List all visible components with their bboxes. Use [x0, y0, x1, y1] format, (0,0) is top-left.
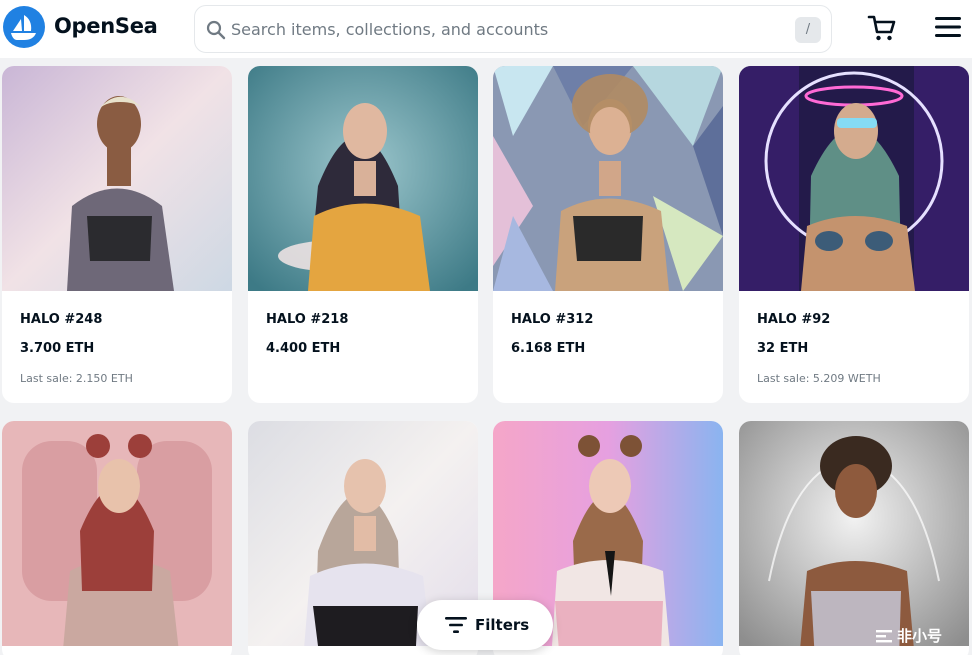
item-name: HALO #312 — [511, 312, 594, 327]
item-card[interactable] — [739, 421, 969, 655]
item-price: 32 ETH — [757, 341, 809, 356]
item-card[interactable]: HALO #248 3.700 ETH Last sale: 2.150 ETH — [2, 66, 232, 403]
item-image[interactable] — [2, 66, 232, 291]
item-name: HALO #218 — [266, 312, 349, 327]
opensea-logo-icon[interactable] — [3, 6, 45, 48]
cart-icon[interactable] — [866, 12, 898, 44]
item-image[interactable] — [739, 66, 969, 291]
item-image[interactable] — [739, 421, 969, 646]
top-nav: OpenSea / — [0, 0, 972, 58]
item-card[interactable]: HALO #312 6.168 ETH — [493, 66, 723, 403]
item-price: 6.168 ETH — [511, 341, 586, 356]
item-price: 3.700 ETH — [20, 341, 95, 356]
watermark-text: 非小号 — [897, 627, 943, 645]
menu-icon[interactable] — [934, 16, 962, 38]
item-image[interactable] — [248, 66, 478, 291]
brand-name[interactable]: OpenSea — [54, 14, 158, 38]
search-icon — [206, 20, 226, 40]
filters-button[interactable]: Filters — [417, 600, 553, 650]
search-bar[interactable]: / — [194, 5, 832, 53]
item-last-sale: Last sale: 2.150 ETH — [20, 372, 133, 385]
item-card[interactable]: HALO #218 4.400 ETH — [248, 66, 478, 403]
item-card[interactable]: HALO #92 32 ETH Last sale: 5.209 WETH — [739, 66, 969, 403]
item-grid: HALO #248 3.700 ETH Last sale: 2.150 ETH… — [0, 66, 972, 655]
item-card[interactable] — [2, 421, 232, 655]
watermark: 非小号 — [875, 624, 967, 648]
item-image[interactable] — [493, 66, 723, 291]
item-price: 4.400 ETH — [266, 341, 341, 356]
item-name: HALO #92 — [757, 312, 831, 327]
filters-label: Filters — [475, 616, 530, 634]
item-image[interactable] — [2, 421, 232, 646]
search-shortcut-badge: / — [795, 17, 821, 43]
filter-icon — [445, 617, 467, 633]
item-last-sale: Last sale: 5.209 WETH — [757, 372, 881, 385]
item-name: HALO #248 — [20, 312, 103, 327]
watermark-logo-icon — [876, 630, 892, 643]
search-input[interactable] — [231, 16, 771, 42]
